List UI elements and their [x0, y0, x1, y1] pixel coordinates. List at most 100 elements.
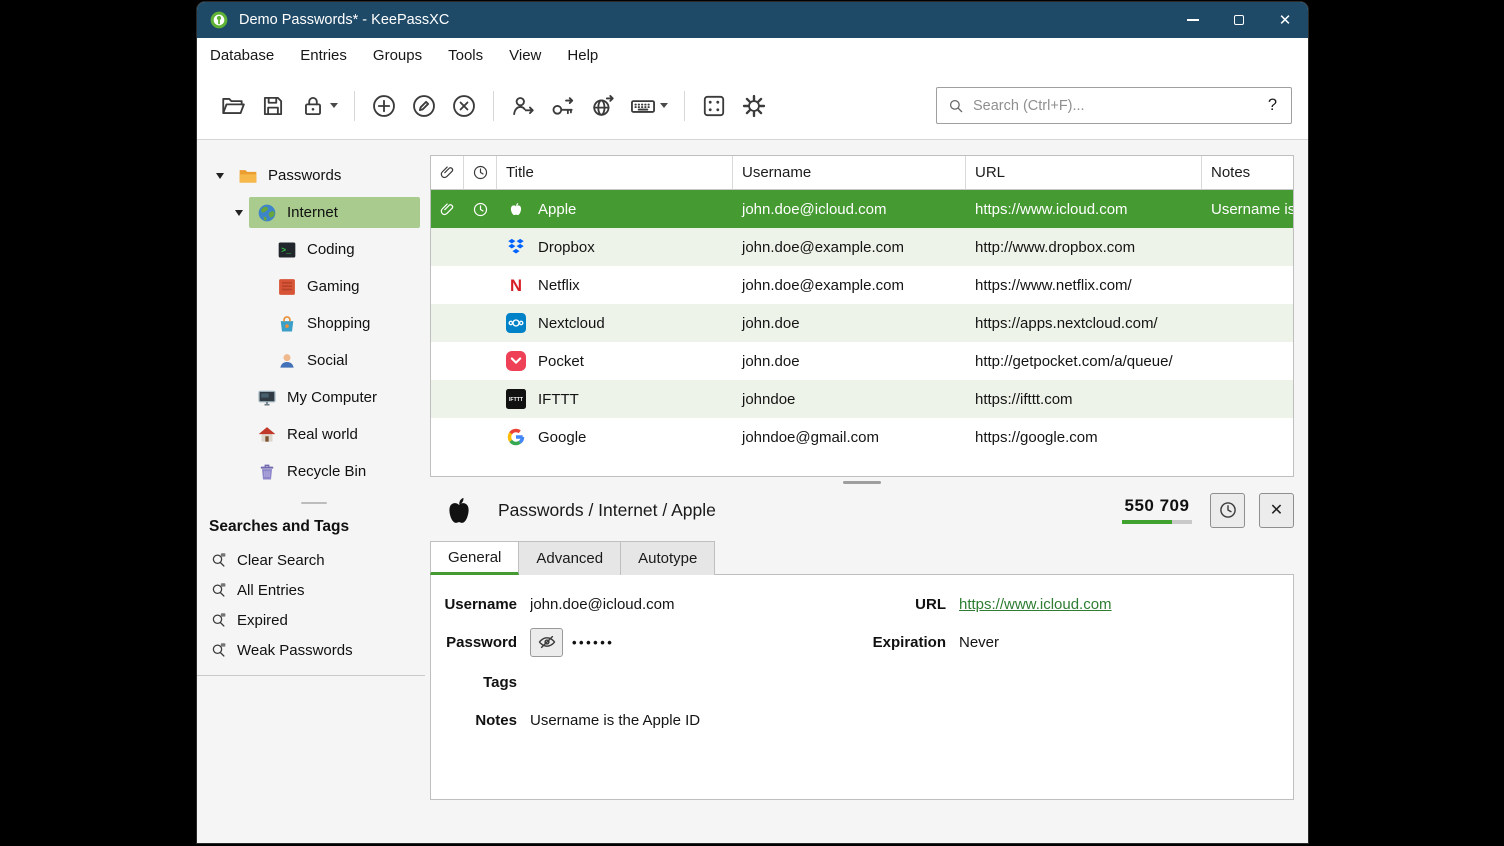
user-arrow-icon	[510, 93, 536, 119]
search-item-label: Clear Search	[237, 552, 325, 569]
ifttt-icon: IFTTT	[506, 389, 526, 409]
totp-progress-bar	[1122, 520, 1192, 524]
sidebar-item-my-computer[interactable]: My Computer	[197, 379, 430, 416]
entry-title: Dropbox	[538, 239, 595, 256]
sidebar-item-weak-passwords[interactable]: Weak Passwords	[197, 635, 425, 665]
url-column-header[interactable]: URL	[966, 156, 1202, 190]
sidebar-splitter[interactable]	[197, 490, 430, 516]
close-button[interactable]: ✕	[1262, 2, 1308, 38]
panel-splitter[interactable]	[430, 477, 1294, 487]
autotype-button[interactable]	[623, 85, 675, 127]
table-row-ifttt[interactable]: IFTTT IFTTT johndoe https://ifttt.com	[431, 380, 1293, 418]
entry-username: john.doe@example.com	[733, 239, 966, 256]
menu-view[interactable]: View	[496, 38, 554, 72]
collapse-arrow-icon[interactable]	[210, 173, 230, 179]
open-database-button[interactable]	[213, 85, 253, 127]
sidebar-item-shopping[interactable]: Shopping	[197, 305, 430, 342]
toolbar-separator	[684, 91, 685, 121]
breadcrumb: Passwords / Internet / Apple	[498, 500, 716, 521]
username-column-header[interactable]: Username	[733, 156, 966, 190]
entry-url: https://www.icloud.com	[966, 201, 1202, 218]
search-tag-icon	[210, 551, 228, 569]
eye-off-icon	[537, 632, 557, 652]
table-row-nextcloud[interactable]: Nextcloud john.doe https://apps.nextclou…	[431, 304, 1293, 342]
clock-icon	[1218, 500, 1238, 520]
folder-icon	[238, 166, 258, 186]
search-item-label: Expired	[237, 612, 288, 629]
pencil-circle-icon	[411, 93, 437, 119]
delete-entry-button[interactable]	[444, 85, 484, 127]
expiration-value: Never	[959, 634, 999, 651]
copy-password-button[interactable]	[543, 85, 583, 127]
sidebar-item-all-entries[interactable]: All Entries	[197, 575, 425, 605]
sidebar-item-internet[interactable]: Internet	[197, 194, 430, 231]
menu-database[interactable]: Database	[197, 38, 287, 72]
totp-progress-fill	[1122, 520, 1172, 524]
collapse-arrow-icon[interactable]	[229, 210, 249, 216]
netflix-icon: N	[506, 275, 526, 295]
group-label: Real world	[287, 426, 358, 443]
pocket-icon	[506, 351, 526, 371]
add-entry-button[interactable]	[364, 85, 404, 127]
search-box: ?	[936, 87, 1292, 124]
table-row-apple[interactable]: Apple john.doe@icloud.com https://www.ic…	[431, 190, 1293, 228]
sidebar-item-social[interactable]: Social	[197, 342, 430, 379]
menu-help[interactable]: Help	[554, 38, 611, 72]
settings-button[interactable]	[734, 85, 774, 127]
copy-username-button[interactable]	[503, 85, 543, 127]
attachment-column-header[interactable]	[431, 156, 464, 190]
expiry-column-header[interactable]	[464, 156, 497, 190]
table-row-google[interactable]: Google johndoe@gmail.com https://google.…	[431, 418, 1293, 456]
sidebar-item-real-world[interactable]: Real world	[197, 416, 430, 453]
password-generator-button[interactable]	[694, 85, 734, 127]
group-label: Passwords	[268, 167, 341, 184]
group-label: Recycle Bin	[287, 463, 366, 480]
splitter-handle-icon	[301, 502, 327, 504]
sidebar-item-passwords[interactable]: Passwords	[197, 157, 430, 194]
notes-column-header[interactable]: Notes	[1202, 156, 1293, 190]
tab-autotype[interactable]: Autotype	[621, 541, 715, 575]
monitor-icon	[257, 388, 277, 408]
tab-advanced[interactable]: Advanced	[519, 541, 621, 575]
open-url-button[interactable]	[583, 85, 623, 127]
sidebar-item-expired[interactable]: Expired	[197, 605, 425, 635]
toolbar: ?	[197, 72, 1308, 140]
sidebar-item-coding[interactable]: >_ Coding	[197, 231, 430, 268]
minimize-icon	[1187, 19, 1199, 21]
entry-url: https://google.com	[966, 429, 1202, 446]
menu-tools[interactable]: Tools	[435, 38, 496, 72]
chevron-down-icon	[660, 103, 668, 108]
sidebar-item-gaming[interactable]: Gaming	[197, 268, 430, 305]
menu-groups[interactable]: Groups	[360, 38, 435, 72]
dropbox-icon	[506, 237, 526, 257]
sidebar-item-recycle-bin[interactable]: Recycle Bin	[197, 453, 430, 490]
menu-entries[interactable]: Entries	[287, 38, 360, 72]
username-label: Username	[431, 596, 517, 613]
tab-general[interactable]: General	[430, 541, 519, 575]
edit-entry-button[interactable]	[404, 85, 444, 127]
search-input[interactable]	[973, 98, 1256, 114]
table-row-pocket[interactable]: Pocket john.doe http://getpocket.com/a/q…	[431, 342, 1293, 380]
url-link[interactable]: https://www.icloud.com	[959, 596, 1112, 613]
entry-url: http://getpocket.com/a/queue/	[966, 353, 1202, 370]
notes-label: Notes	[431, 712, 517, 729]
save-database-button[interactable]	[253, 85, 293, 127]
table-row-netflix[interactable]: N Netflix john.doe@example.com https://w…	[431, 266, 1293, 304]
entry-url: https://www.netflix.com/	[966, 277, 1202, 294]
lock-database-button[interactable]	[293, 85, 345, 127]
maximize-button[interactable]	[1216, 2, 1262, 38]
help-button[interactable]: ?	[1264, 96, 1281, 115]
trash-icon	[257, 462, 277, 482]
sidebar-item-clear-search[interactable]: Clear Search	[197, 545, 425, 575]
table-row-dropbox[interactable]: Dropbox john.doe@example.com http://www.…	[431, 228, 1293, 266]
cross-circle-icon	[451, 93, 477, 119]
minimize-button[interactable]	[1170, 2, 1216, 38]
apple-icon	[442, 490, 476, 530]
reveal-password-button[interactable]	[530, 628, 563, 657]
main-column: Title Username URL Notes Apple john.doe@…	[430, 140, 1308, 843]
close-preview-button[interactable]: ✕	[1259, 493, 1294, 528]
folder-open-icon	[220, 93, 246, 119]
title-column-header[interactable]: Title	[497, 156, 733, 190]
totp-button[interactable]	[1210, 493, 1245, 528]
keepassxc-window: Demo Passwords* - KeePassXC ✕ Database E…	[197, 2, 1308, 843]
